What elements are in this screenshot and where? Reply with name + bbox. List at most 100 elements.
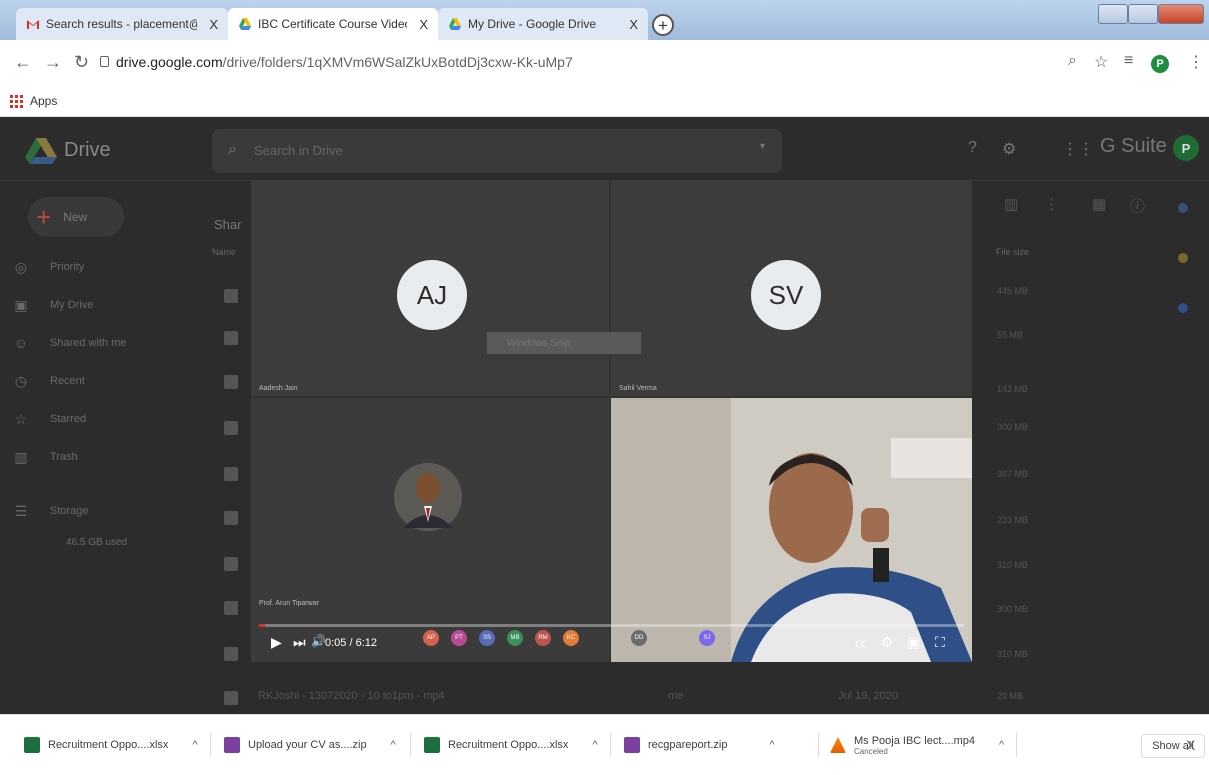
sidebar-item-storage[interactable]: ☰ Storage (10, 499, 89, 523)
search-options-icon[interactable]: ▾ (760, 141, 765, 152)
chevron-up-icon[interactable]: ^ (592, 739, 597, 751)
tab-gmail[interactable]: Search results - placement@sym X (16, 8, 228, 40)
miniplayer-icon[interactable]: ▣ (907, 634, 920, 651)
chevron-up-icon[interactable]: ^ (999, 739, 1004, 751)
lock-icon (100, 56, 109, 67)
download-item[interactable]: Upload your CV as....zip ^ (224, 729, 396, 761)
profile-avatar[interactable]: P (1151, 55, 1169, 73)
sidebar-item-trash[interactable]: ▥ Trash (10, 445, 78, 469)
column-header-name[interactable]: Name (212, 247, 236, 257)
trash-icon[interactable]: ▥ (1004, 195, 1018, 213)
sidebar-item-label: Trash (50, 451, 78, 463)
keep-icon[interactable] (1178, 253, 1188, 263)
settings-icon[interactable]: ⚙ (881, 634, 894, 651)
recent-icon: ◷ (14, 372, 28, 389)
sidebar-item-recent[interactable]: ◷ Recent (10, 369, 85, 393)
breadcrumb[interactable]: Shar (214, 217, 241, 232)
apps-icon[interactable] (10, 95, 23, 108)
tab-ibc-videos[interactable]: IBC Certificate Course Videos - 1 X (228, 8, 438, 40)
window-close-button[interactable] (1158, 4, 1204, 24)
participant-thumbnail: MB (507, 630, 523, 646)
new-button[interactable]: + New (28, 197, 124, 237)
download-item[interactable]: Recruitment Oppo....xlsx ^ (24, 729, 198, 761)
zoom-icon[interactable]: ⌕ (1068, 52, 1077, 70)
calendar-icon[interactable] (1178, 203, 1188, 213)
sidebar-item-starred[interactable]: ☆ Starred (10, 407, 86, 431)
show-all-button[interactable]: Show all (1141, 734, 1205, 758)
sidebar-item-label: Starred (50, 413, 87, 425)
tab-strip: Search results - placement@sym X IBC Cer… (0, 0, 1209, 40)
video-player[interactable]: AJ Aadesh Jain SV Sahil Verma Windows Sn… (251, 180, 972, 662)
new-tab-button[interactable]: + (652, 14, 674, 36)
divider (610, 733, 611, 757)
sidebar-item-shared[interactable]: ☺ Shared with me (10, 331, 127, 355)
help-icon[interactable]: ? (968, 139, 977, 157)
forward-arrow-icon[interactable]: → (44, 52, 62, 73)
file-name[interactable]: RKJoshi - 13072020 - 10 to1pm - mp4 (258, 690, 445, 702)
download-item[interactable]: recgpareport.zip ^ (624, 729, 775, 761)
reading-list-icon[interactable]: ≡ (1124, 52, 1133, 70)
file-size: 233 MB (997, 515, 1029, 525)
video-file-icon (224, 601, 238, 615)
drive-header: Drive ⌕ Search in Drive ▾ ? ⚙ ⋮⋮ G Suite… (0, 117, 1209, 181)
column-header-size[interactable]: File size (996, 247, 1029, 257)
participant-name: Prof. Arun Tiparwar (259, 600, 319, 607)
tab-close-icon[interactable]: X (629, 17, 638, 32)
volume-icon[interactable]: 🔊 (311, 634, 326, 648)
priority-icon: ◎ (14, 258, 28, 275)
gsuite-logo: G Suite (1100, 135, 1167, 157)
close-download-bar-icon[interactable]: X (1186, 737, 1195, 753)
next-icon[interactable]: ⏭ (293, 634, 306, 651)
divider (818, 733, 819, 757)
fullscreen-icon[interactable]: ⛶ (935, 634, 945, 651)
reload-icon[interactable]: ↻ (74, 52, 89, 73)
download-item[interactable]: Recruitment Oppo....xlsx ^ (424, 729, 598, 761)
bookmark-star-icon[interactable]: ☆ (1094, 52, 1108, 72)
account-avatar[interactable]: P (1173, 135, 1199, 161)
drive-logo-icon[interactable] (24, 137, 58, 165)
sidebar-item-priority[interactable]: ◎ Priority (10, 255, 84, 279)
file-size: 29 MB (997, 691, 1024, 701)
drive-search-input[interactable]: ⌕ Search in Drive ▾ (212, 129, 782, 173)
zip-file-icon (224, 737, 240, 753)
video-file-icon (224, 557, 238, 571)
apps-label[interactable]: Apps (30, 94, 57, 108)
download-name: Ms Pooja IBC lect....mp4 (854, 734, 976, 747)
play-icon[interactable]: ▶ (271, 634, 282, 651)
tab-title: Search results - placement@sym (46, 17, 197, 31)
apps-grid-icon[interactable]: ⋮⋮ (1062, 139, 1094, 159)
grid-view-icon[interactable]: ▦ (1092, 195, 1106, 213)
tab-close-icon[interactable]: X (209, 17, 218, 32)
new-label: New (63, 210, 88, 224)
settings-icon[interactable]: ⚙ (1002, 139, 1016, 159)
chevron-up-icon[interactable]: ^ (770, 739, 775, 751)
participant-tile: SV Sahil Verma (611, 180, 972, 396)
progress-bar[interactable] (259, 624, 964, 627)
my-drive-icon: ▣ (14, 296, 28, 313)
drive-icon (238, 17, 252, 31)
back-arrow-icon[interactable]: ← (14, 52, 32, 73)
participant-initials: SV (751, 260, 821, 330)
captions-icon[interactable]: ㏄ (855, 634, 867, 651)
video-file-icon (224, 511, 238, 525)
participant-initials: AJ (397, 260, 467, 330)
download-name: Recruitment Oppo....xlsx (48, 739, 169, 751)
chevron-up-icon[interactable]: ^ (391, 739, 396, 751)
tab-close-icon[interactable]: X (419, 17, 428, 32)
search-icon: ⌕ (228, 141, 237, 158)
sidebar-item-my-drive[interactable]: ▣ My Drive (10, 293, 93, 317)
participant-tile: AJ Aadesh Jain (251, 180, 609, 396)
tasks-icon[interactable] (1178, 303, 1188, 313)
minimize-button[interactable] (1098, 4, 1128, 24)
chevron-up-icon[interactable]: ^ (192, 739, 197, 751)
more-icon[interactable]: ⋮ (1044, 195, 1059, 213)
download-name: Upload your CV as....zip (248, 739, 367, 751)
menu-dots-icon[interactable]: ⋮ (1188, 52, 1204, 72)
download-name: Recruitment Oppo....xlsx (448, 739, 569, 751)
trash-icon: ▥ (14, 448, 28, 465)
tab-my-drive[interactable]: My Drive - Google Drive X (438, 8, 648, 40)
info-icon[interactable]: ⓘ (1130, 195, 1145, 216)
download-item[interactable]: Ms Pooja IBC lect....mp4 Canceled ^ (830, 729, 1004, 761)
maximize-button[interactable] (1128, 4, 1158, 24)
url-field[interactable]: drive.google.com/drive/folders/1qXMVm6WS… (116, 54, 573, 70)
